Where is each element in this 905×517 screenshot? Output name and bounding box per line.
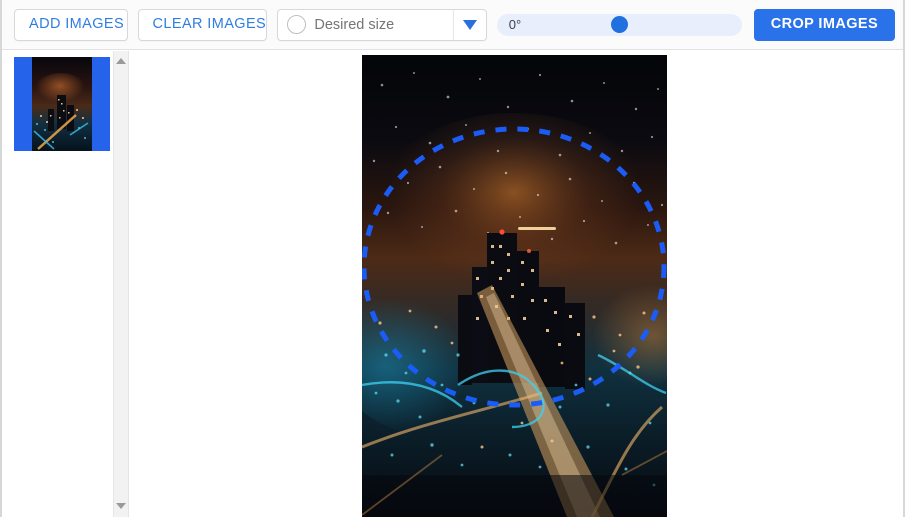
rotation-angle-slider[interactable]: 0° xyxy=(496,13,742,36)
scroll-up-button[interactable] xyxy=(114,53,128,68)
crop-images-button[interactable]: CROP IMAGES xyxy=(753,8,896,41)
toolbar: ADD IMAGES CLEAR IMAGES Desired size 0° … xyxy=(2,0,903,50)
scroll-down-button[interactable] xyxy=(114,498,128,513)
circle-icon xyxy=(287,15,307,34)
rotation-slider-thumb[interactable] xyxy=(610,16,628,33)
night-city-photo xyxy=(362,55,667,517)
thumbnail-image xyxy=(32,57,92,151)
clear-images-button[interactable]: CLEAR IMAGES xyxy=(137,8,268,41)
triangle-up-icon xyxy=(116,57,126,64)
triangle-down-icon xyxy=(116,502,126,509)
rotation-angle-value: 0° xyxy=(508,16,522,32)
image-cropper-app: ADD IMAGES CLEAR IMAGES Desired size 0° … xyxy=(0,0,905,517)
desired-size-placeholder: Desired size xyxy=(314,16,395,33)
photo-stage[interactable] xyxy=(362,55,667,517)
thumbnail-photo-art xyxy=(32,57,92,151)
desired-size-dropdown-button[interactable] xyxy=(452,9,486,40)
image-canvas[interactable] xyxy=(129,51,901,517)
thumbnail-sidebar xyxy=(4,51,129,517)
thumbnail-item-night-city[interactable] xyxy=(14,57,110,151)
sidebar-scrollbar[interactable] xyxy=(113,51,128,517)
chevron-down-icon xyxy=(462,19,477,30)
desired-size-select[interactable]: Desired size xyxy=(277,8,487,41)
add-images-button[interactable]: ADD IMAGES xyxy=(14,8,128,41)
